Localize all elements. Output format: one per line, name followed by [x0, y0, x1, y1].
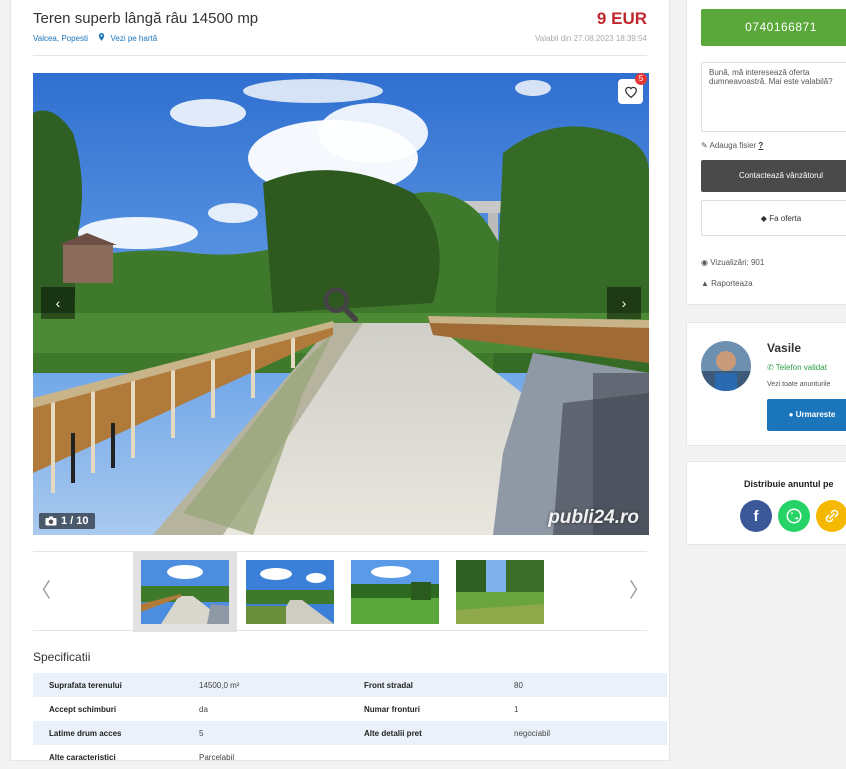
- photo-counter: 1 / 10: [39, 513, 95, 529]
- specs-table: Suprafata terenului 14500,0 m² Front str…: [33, 673, 667, 769]
- spec-value: da: [199, 704, 208, 714]
- valid-since: Valabil din 27.08.2023 18:39:54: [535, 34, 647, 43]
- spec-key: Alte caracteristici: [49, 752, 116, 762]
- thumbnail-1[interactable]: [133, 552, 237, 632]
- contact-panel: 0740166871 Bună, mă interesează oferta d…: [686, 0, 846, 305]
- zoom-icon[interactable]: [321, 285, 359, 323]
- heart-icon: [624, 86, 637, 98]
- follow-seller-button[interactable]: ● Urmareste: [767, 399, 846, 431]
- share-icons: f: [740, 500, 846, 532]
- phone-verified-label: Telefon validat: [775, 363, 827, 372]
- specs-title: Specificatii: [33, 650, 91, 664]
- photo-next-button[interactable]: ›: [607, 287, 641, 319]
- thumbnail-2[interactable]: [238, 552, 342, 632]
- share-panel: Distribuie anuntul pe f: [686, 461, 846, 545]
- site-watermark: publi24.ro: [548, 507, 639, 528]
- attach-help-icon[interactable]: ?: [758, 141, 763, 150]
- table-row: Alte caracteristici Parcelabil: [33, 745, 667, 769]
- spec-key: [348, 745, 498, 769]
- favorite-button[interactable]: 5: [618, 73, 647, 104]
- spec-key: Front stradal: [348, 673, 498, 697]
- spec-key: Latime drum acces: [33, 721, 183, 745]
- paperclip-icon: ✎: [701, 141, 708, 150]
- warning-icon: ▲: [701, 279, 709, 288]
- spec-value: negociabil: [498, 721, 667, 745]
- spec-key: Numar fronturi: [364, 704, 420, 714]
- share-title: Distribuie anuntul pe: [744, 479, 834, 489]
- show-phone-button[interactable]: 0740166871: [701, 9, 846, 46]
- thumbnail-image: [456, 560, 544, 624]
- seller-panel: Vasile ✆ Telefon validat Vezi toate anun…: [686, 322, 846, 446]
- views-count: Vizualizări: 901: [710, 258, 765, 267]
- thumbnails-next-button[interactable]: 〉: [629, 574, 649, 603]
- facebook-icon[interactable]: f: [740, 500, 772, 532]
- photo-counter-text: 1 / 10: [61, 515, 89, 527]
- favorite-count-badge: 5: [635, 73, 647, 85]
- make-offer-button[interactable]: ◆ Fa oferta: [701, 200, 846, 236]
- contact-seller-button[interactable]: Contactează vânzătorul: [701, 160, 846, 192]
- message-textarea[interactable]: Bună, mă interesează oferta dumneavoastr…: [701, 62, 846, 132]
- thumbnail-image: [141, 560, 229, 624]
- copy-link-icon[interactable]: [816, 500, 846, 532]
- eye-icon: ◉: [701, 258, 708, 267]
- tag-icon: ◆: [760, 214, 767, 223]
- attach-file-label: Adauga fisier: [709, 141, 757, 150]
- listing-title: Teren superb lângă râu 14500 mp: [33, 10, 259, 27]
- avatar[interactable]: [701, 341, 751, 391]
- report-link[interactable]: ▲ Raporteaza: [701, 279, 753, 288]
- thumbnail-image: [246, 560, 334, 624]
- seller-name[interactable]: Vasile: [767, 341, 801, 355]
- attach-file-link[interactable]: ✎ Adauga fisier ?: [701, 141, 763, 150]
- listing-price: 9 EUR: [596, 9, 647, 28]
- table-row: Accept schimburi da Numar fronturi 1: [33, 697, 667, 721]
- whatsapp-icon[interactable]: [778, 500, 810, 532]
- spec-value: 14500,0 m²: [183, 673, 348, 697]
- user-icon: ●: [788, 410, 794, 419]
- table-row: Latime drum acces 5 Alte detalii pret ne…: [33, 721, 667, 745]
- thumbnails-prev-button[interactable]: 〈: [31, 574, 51, 603]
- spec-value: 5: [183, 721, 348, 745]
- thumbnail-4[interactable]: [448, 552, 552, 632]
- see-all-ads-link[interactable]: Vezi toate anunturile: [767, 381, 830, 388]
- listing-card: Teren superb lângă râu 14500 mp Valcea, …: [10, 0, 670, 762]
- camera-icon: [45, 516, 57, 526]
- views-row: ◉ Vizualizări: 901: [701, 258, 764, 267]
- main-photo[interactable]: 5 ‹ › 1 / 10 publi24.ro: [33, 73, 649, 535]
- spec-value: 80: [498, 673, 667, 697]
- thumbnail-image: [351, 560, 439, 624]
- follow-label: Urmareste: [795, 410, 836, 419]
- report-label: Raporteaza: [711, 279, 753, 288]
- spec-value: Parcelabil: [199, 752, 235, 762]
- listing-location-row: Valcea, Popesti Vezi pe hartă: [33, 33, 157, 43]
- map-pin-icon: [98, 33, 107, 43]
- spec-value: [498, 745, 667, 769]
- spec-key: Suprafata terenului: [33, 673, 183, 697]
- table-row: Suprafata terenului 14500,0 m² Front str…: [33, 673, 667, 697]
- view-on-map-link[interactable]: Vezi pe hartă: [110, 34, 157, 43]
- thumbnail-strip: 〈 〉: [31, 551, 649, 632]
- divider: [33, 55, 647, 56]
- phone-verified-badge: ✆ Telefon validat: [767, 363, 827, 372]
- listing-location[interactable]: Valcea, Popesti: [33, 34, 88, 43]
- spec-key: Alte detalii pret: [348, 721, 498, 745]
- phone-icon: ✆: [767, 363, 774, 372]
- spec-value: 1: [514, 704, 519, 714]
- photo-prev-button[interactable]: ‹: [41, 287, 75, 319]
- thumbnail-3[interactable]: [343, 552, 447, 632]
- make-offer-label: Fa oferta: [769, 214, 802, 223]
- spec-key: Accept schimburi: [49, 704, 117, 714]
